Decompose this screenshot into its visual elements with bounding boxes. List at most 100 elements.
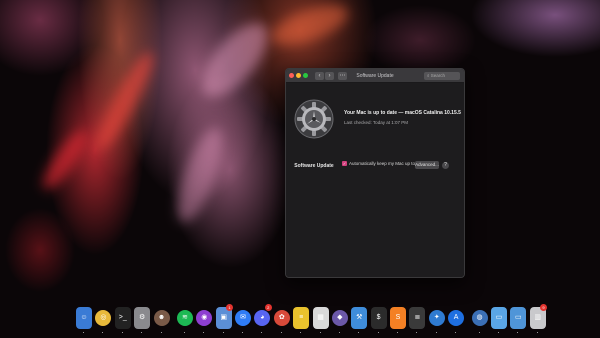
- running-indicator: [183, 332, 185, 333]
- dock-item[interactable]: ▣ 1: [214, 304, 233, 334]
- show-all-button[interactable]: ⋯: [338, 71, 347, 80]
- wallpaper-smoke: [168, 122, 232, 228]
- auto-update-checkbox[interactable]: ✓: [342, 161, 347, 166]
- dock-item[interactable]: ▭: [489, 304, 507, 334]
- dock-item[interactable]: S: [388, 304, 406, 334]
- notification-badge: 1: [226, 304, 233, 311]
- safari-icon[interactable]: ✦: [428, 310, 445, 326]
- dock-item[interactable]: ◉: [194, 304, 213, 334]
- dock-item[interactable]: ◆: [330, 304, 348, 334]
- running-indicator: [222, 332, 224, 333]
- dock-item[interactable]: ◍: [470, 304, 488, 334]
- running-indicator: [141, 332, 143, 333]
- pane-label: Software Update: [294, 163, 334, 169]
- finder-icon[interactable]: ☺: [76, 307, 92, 329]
- messenger-icon[interactable]: ✉: [235, 310, 251, 326]
- running-indicator: [455, 332, 457, 333]
- running-indicator: [121, 332, 123, 333]
- update-status: Your Mac is up to date — macOS Catalina …: [344, 110, 461, 116]
- downloads-folder-icon[interactable]: ▭: [510, 307, 527, 329]
- dock: ☺ ◎ >_ ⚙ ☻ ≋ ◉ ▣ 1 ✉ ◕ 2 ✿ ≡ ▦ ◆ ⚒ $ S ≣ ✦ A ◍ ▭ ▭ ▥ 9: [74, 304, 547, 338]
- dock-item[interactable]: >_: [113, 304, 131, 334]
- dock-item[interactable]: ⚙: [132, 304, 151, 334]
- running-indicator: [517, 332, 519, 333]
- telescope-icon[interactable]: ◍: [471, 310, 488, 326]
- spotify-icon[interactable]: ≋: [176, 310, 193, 326]
- running-indicator: [397, 332, 398, 333]
- stats-icon[interactable]: ≣: [409, 307, 426, 329]
- running-indicator: [536, 332, 538, 333]
- running-indicator: [203, 332, 205, 333]
- zoom-button[interactable]: [303, 73, 308, 78]
- running-indicator: [435, 332, 437, 333]
- dock-item[interactable]: ▭: [508, 304, 527, 334]
- chrome-icon[interactable]: ◎: [95, 310, 112, 326]
- running-indicator: [319, 332, 321, 333]
- software-update-gear-icon: [294, 99, 334, 139]
- dock-item[interactable]: ▥ 9: [528, 304, 547, 334]
- running-indicator: [377, 332, 379, 333]
- notes-icon[interactable]: ≡: [293, 307, 310, 329]
- forward-button[interactable]: ›: [325, 71, 334, 80]
- back-button[interactable]: ‹: [315, 71, 324, 80]
- dock-item[interactable]: $: [369, 304, 387, 334]
- sublime-icon[interactable]: S: [390, 307, 406, 329]
- running-indicator: [416, 332, 418, 333]
- dock-item[interactable]: ≣: [407, 304, 426, 334]
- close-button[interactable]: [289, 73, 294, 78]
- running-indicator: [478, 332, 480, 333]
- sketch-icon[interactable]: ◆: [331, 310, 348, 326]
- dock-item[interactable]: ▦: [311, 304, 329, 334]
- calendar-icon[interactable]: ▦: [312, 307, 329, 329]
- terminal-icon[interactable]: >_: [114, 307, 131, 329]
- dock-item[interactable]: ◎: [93, 304, 112, 334]
- auto-update-row: ✓ Automatically keep my Mac up to date: [342, 161, 425, 166]
- help-button[interactable]: ?: [442, 162, 449, 169]
- advanced-button[interactable]: Advanced...: [415, 161, 439, 169]
- running-indicator: [102, 332, 104, 333]
- activity-monitor-icon[interactable]: $: [370, 307, 387, 329]
- xcode-icon[interactable]: ⚒: [351, 307, 368, 329]
- window-titlebar[interactable]: ‹ › ⋯ Software Update ⌕ Search: [286, 69, 464, 83]
- software-update-window: ‹ › ⋯ Software Update ⌕ Search Software …: [285, 68, 465, 278]
- dock-item[interactable]: ≋: [175, 304, 193, 334]
- last-checked: Last checked: Today at 1:07 PM: [344, 120, 408, 125]
- pane-content: Software Update Your Mac is up to date —…: [286, 83, 464, 277]
- discord-icon[interactable]: ◕: [254, 310, 271, 326]
- dock-item[interactable]: ☻: [152, 304, 170, 334]
- wallpaper-smoke: [267, 0, 353, 53]
- avatar-app-icon[interactable]: ☻: [153, 310, 170, 326]
- running-indicator: [300, 332, 302, 333]
- running-indicator: [160, 332, 162, 333]
- app-store-icon[interactable]: A: [448, 310, 465, 326]
- dock-item[interactable]: ≡: [291, 304, 310, 334]
- minimize-button[interactable]: [296, 73, 301, 78]
- search-field[interactable]: ⌕ Search: [424, 72, 460, 80]
- photos-icon[interactable]: ✿: [273, 310, 290, 326]
- wallpaper-smoke: [36, 125, 94, 195]
- auto-update-label: Automatically keep my Mac up to date: [349, 161, 426, 166]
- running-indicator: [242, 332, 243, 333]
- dock-item[interactable]: A: [446, 304, 465, 334]
- folder-icon[interactable]: ▭: [490, 307, 507, 329]
- notification-badge: 2: [264, 304, 272, 311]
- dock-item[interactable]: ✉: [233, 304, 251, 334]
- running-indicator: [358, 332, 360, 333]
- search-icon: ⌕: [427, 73, 430, 78]
- dock-item[interactable]: ✦: [427, 304, 445, 334]
- system-preferences-icon[interactable]: ⚙: [134, 307, 151, 329]
- dock-item[interactable]: ✿: [272, 304, 290, 334]
- wallpaper-smoke: [89, 47, 161, 155]
- wallpaper-smoke: [190, 12, 280, 108]
- running-indicator: [83, 332, 84, 333]
- running-indicator: [338, 332, 340, 333]
- dock-item[interactable]: ⚒: [349, 304, 368, 334]
- podcasts-icon[interactable]: ◉: [196, 310, 213, 326]
- running-indicator: [280, 332, 282, 333]
- search-placeholder: Search: [430, 73, 446, 78]
- notification-badge: 9: [540, 304, 547, 311]
- dock-item[interactable]: ☺: [74, 304, 92, 334]
- running-indicator: [261, 332, 263, 333]
- running-indicator: [497, 332, 499, 333]
- dock-item[interactable]: ◕ 2: [252, 304, 272, 334]
